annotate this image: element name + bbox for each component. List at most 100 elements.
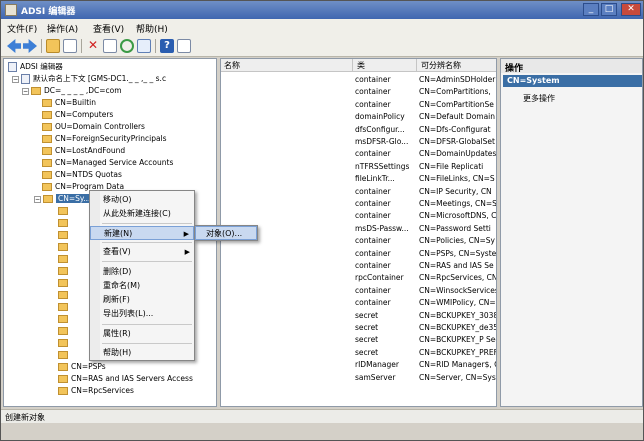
menu-item-new-connection[interactable]: 从此处新建连接(C) (90, 207, 194, 221)
folder-icon (31, 87, 41, 95)
cell-dn: CN=BCKUPKEY_PREFE (419, 347, 497, 357)
up-folder-icon[interactable] (46, 39, 60, 53)
refresh-icon[interactable] (120, 39, 134, 53)
list-row[interactable]: CN=WinsockServicescontainerCN=WinsockSer… (221, 285, 496, 297)
cell-class: domainPolicy (355, 112, 405, 122)
list-row[interactable]: CN=AdminSDHoldercontainerCN=AdminSDHolde… (221, 74, 496, 86)
tree-child[interactable] (58, 217, 71, 229)
tree-item[interactable]: CN=Builtin (42, 97, 96, 109)
folder-icon (58, 375, 68, 383)
menu-item-help[interactable]: 帮助(H) (90, 346, 194, 360)
tree-item[interactable]: CN=ForeignSecurityPrincipals (42, 133, 167, 145)
menu-help[interactable]: 帮助(H) (136, 22, 168, 35)
menu-item-new[interactable]: 新建(N) ▶ (90, 226, 194, 240)
back-icon[interactable] (7, 39, 21, 53)
menu-item-view[interactable]: 查看(V) ▶ (90, 245, 194, 259)
tree-child[interactable] (58, 325, 71, 337)
column-class-header[interactable]: 类 (357, 60, 365, 71)
tree-child[interactable] (58, 241, 71, 253)
tree-item[interactable]: CN=PSPs (58, 361, 106, 373)
tree-item[interactable]: CN=Managed Service Accounts (42, 157, 173, 169)
help-icon[interactable]: ? (160, 39, 174, 53)
show-actions-icon[interactable] (177, 39, 191, 53)
tree-item-system[interactable]: − CN=Sy... (34, 193, 93, 205)
minimize-button[interactable]: _ (583, 3, 599, 16)
list-row[interactable]: CN=ComPartitionscontainerCN=ComPartition… (221, 86, 496, 98)
menu-item-properties[interactable]: 属性(R) (90, 327, 194, 341)
tree-item[interactable]: CN=RAS and IAS Servers Access (58, 373, 193, 385)
tree-item[interactable]: CN=LostAndFound (42, 145, 125, 157)
menu-item-move[interactable]: 移动(O) (90, 193, 194, 207)
context-menu: 移动(O) 从此处新建连接(C) 新建(N) ▶ 查看(V) ▶ 删除(D) 重命名… (89, 190, 195, 361)
tree-child[interactable] (58, 301, 71, 313)
menu-item-new-object[interactable]: 对象(O)... (195, 226, 257, 240)
export-icon[interactable] (137, 39, 151, 53)
menu-view[interactable]: 查看(V) (93, 22, 124, 35)
list-row[interactable]: CN=Password Settings Co...msDS-Passw...C… (221, 223, 496, 235)
maximize-button[interactable]: □ (601, 3, 617, 16)
more-actions-link[interactable]: 更多操作 (523, 93, 555, 104)
list-row[interactable]: CN=WMIPolicycontainerCN=WMIPolicy, CN=S (221, 297, 496, 309)
menu-item-refresh[interactable]: 刷新(F) (90, 293, 194, 307)
tree-child[interactable] (58, 349, 71, 361)
list-row[interactable]: CN=MeetingscontainerCN=Meetings, CN=Sy (221, 198, 496, 210)
delete-icon[interactable]: ✕ (86, 39, 100, 53)
tree-child[interactable] (58, 289, 71, 301)
list-pane[interactable]: 名称 类 可分辨名称 CN=AdminSDHoldercontainerCN=A… (220, 58, 497, 407)
cell-class: container (355, 261, 391, 270)
tree-child[interactable] (58, 337, 71, 349)
tree-child[interactable] (58, 265, 71, 277)
list-row[interactable]: CN=DFSR-GlobalSettingsmsDFSR-Glo...CN=DF… (221, 136, 496, 148)
tree-item[interactable]: CN=Computers (42, 109, 113, 121)
tree-child[interactable] (58, 205, 71, 217)
tree-child[interactable] (58, 277, 71, 289)
collapse-icon[interactable]: − (22, 87, 29, 95)
list-row[interactable]: CN=RAS and IAS Servers ...containerCN=RA… (221, 260, 496, 272)
list-row[interactable]: CN=PSPscontainerCN=PSPs, CN=System (221, 248, 496, 260)
list-row[interactable]: CN=IP SecuritycontainerCN=IP Security, C… (221, 186, 496, 198)
menu-item-rename[interactable]: 重命名(M) (90, 279, 194, 293)
properties-icon[interactable] (103, 39, 117, 53)
list-row[interactable]: CN=Dfs-ConfigurationdfsConfigur...CN=Dfs… (221, 124, 496, 136)
menu-action[interactable]: 操作(A) (47, 22, 78, 35)
list-row[interactable]: CN=ServersamServerCN=Server, CN=Syst (221, 372, 496, 384)
list-row[interactable]: CN=File Replication Ser...nTFRSSettingsC… (221, 161, 496, 173)
adsi-root-icon (8, 62, 17, 72)
actions-selected-object[interactable]: CN=System (503, 75, 642, 87)
column-name-header[interactable]: 名称 (224, 60, 240, 71)
list-row[interactable]: CN=RID Manager$rIDManagerCN=RID Manager$… (221, 359, 496, 371)
collapse-icon[interactable]: − (12, 75, 19, 83)
collapse-icon[interactable]: − (34, 195, 41, 203)
cell-dn: CN=ComPartitions, (419, 87, 491, 97)
forward-icon[interactable] (23, 39, 37, 53)
tree-naming-context[interactable]: − 默认命名上下文 [GMS-DC1._ _ ,_ _ s.c (12, 73, 166, 85)
menu-item-delete[interactable]: 删除(D) (90, 265, 194, 279)
list-row[interactable]: CN=ComPartitionSetscontainerCN=ComPartit… (221, 99, 496, 111)
cell-class: container (355, 298, 391, 308)
list-row[interactable]: CN=BCKUPKEY_PREFERRED S...secretCN=BCKUP… (221, 347, 497, 359)
tree-domain-node[interactable]: − DC=_ _ _ _ ,DC=com (22, 85, 122, 97)
show-tree-icon[interactable] (63, 39, 77, 53)
list-row[interactable]: CN=RpcServicesrpcContainerCN=RpcServices… (221, 272, 496, 284)
list-row[interactable]: CN=PoliciescontainerCN=Policies, CN=Sy (221, 235, 496, 247)
tree-item[interactable]: CN=NTDS Quotas (42, 169, 122, 181)
tree-child[interactable] (58, 313, 71, 325)
menu-item-export-list[interactable]: 导出列表(L)... (90, 307, 194, 321)
cell-dn: CN=Dfs-Configurat (419, 124, 491, 134)
tree-child[interactable] (58, 229, 71, 241)
list-row[interactable]: CN=DomainUpdatescontainerCN=DomainUpdate… (221, 148, 496, 160)
close-button[interactable]: ✕ (621, 3, 641, 16)
tree-child[interactable] (58, 253, 71, 265)
list-row[interactable]: CN=Default Domain PolicydomainPolicyCN=D… (221, 111, 496, 123)
list-row[interactable]: CN=BCKUPKEY_de357268-1e...secretCN=BCKUP… (221, 322, 496, 334)
tree-item[interactable]: OU=Domain Controllers (42, 121, 145, 133)
submenu-arrow-icon: ▶ (183, 230, 189, 238)
menu-file[interactable]: 文件(F) (7, 22, 37, 35)
list-row[interactable]: CN=BCKUPKEY_30384O4c-f5...secretCN=BCKUP… (221, 310, 496, 322)
column-dn-header[interactable]: 可分辨名称 (421, 60, 461, 71)
list-row[interactable]: CN=MicrosoftDNScontainerCN=MicrosoftDNS,… (221, 210, 496, 222)
list-row[interactable]: CN=FileLinksfileLinkTr...CN=FileLinks, C… (221, 173, 496, 185)
tree-root[interactable]: ADSI 编辑器 (8, 61, 63, 73)
list-row[interactable]: CN=BCKUPKEY_P SecretsecretCN=BCKUPKEY_P … (221, 334, 496, 346)
tree-item[interactable]: CN=RpcServices (58, 385, 134, 397)
